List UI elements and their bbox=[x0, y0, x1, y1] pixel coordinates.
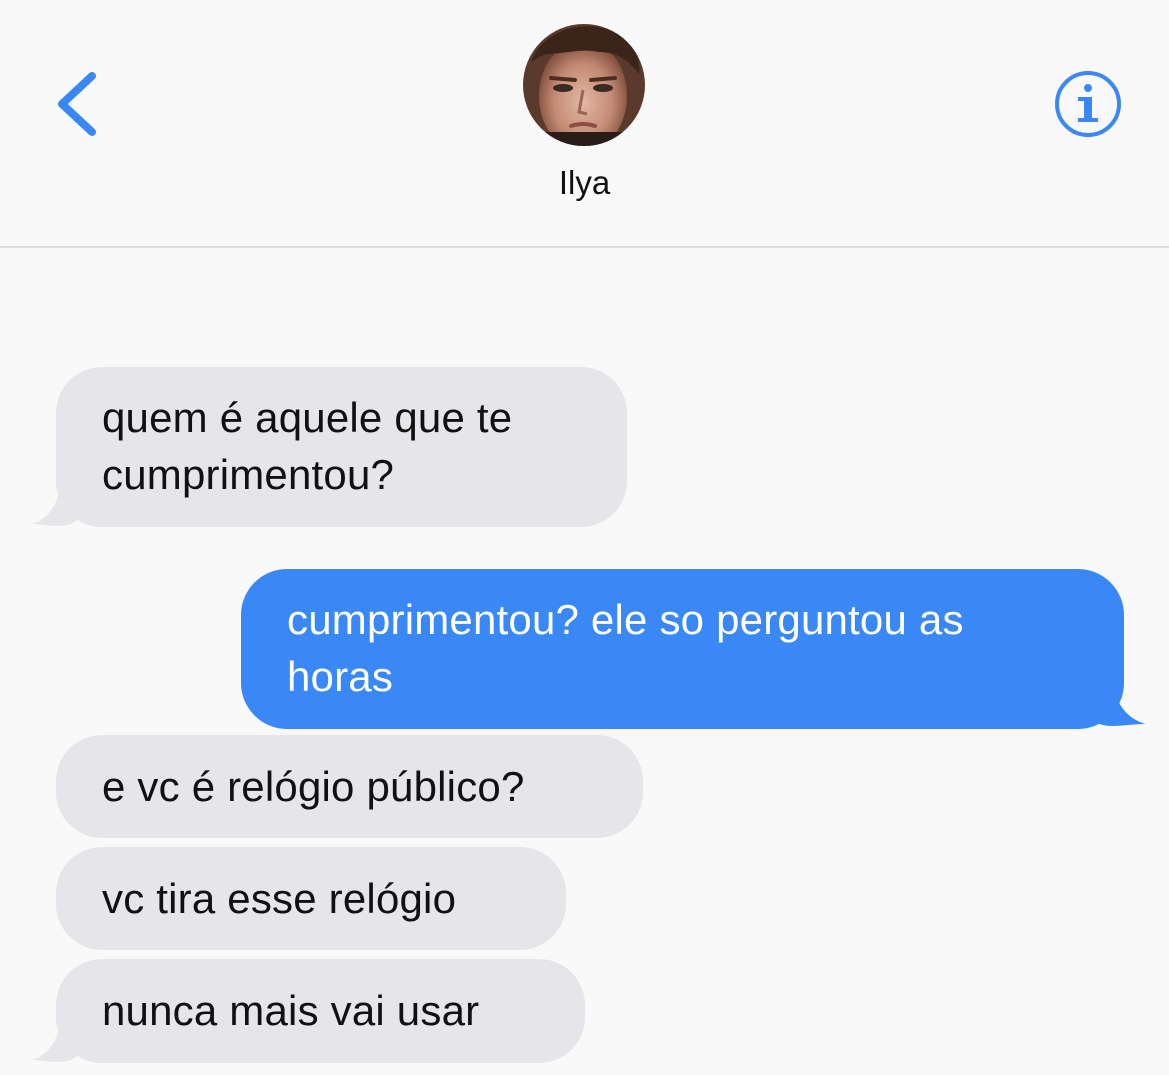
contact-name[interactable]: Ilya bbox=[0, 161, 1169, 205]
avatar[interactable] bbox=[523, 24, 645, 146]
message-text: cumprimentou? ele so perguntou as horas bbox=[287, 596, 964, 700]
message-text: nunca mais vai usar bbox=[102, 987, 480, 1034]
incoming-message[interactable]: e vc é relógio público? bbox=[56, 735, 643, 838]
incoming-message[interactable]: nunca mais vai usar bbox=[56, 959, 585, 1063]
outgoing-message[interactable]: cumprimentou? ele so perguntou as horas bbox=[241, 569, 1124, 729]
conversation-header: Ilya bbox=[0, 0, 1169, 248]
chevron-left-icon bbox=[58, 72, 96, 136]
message-text: vc tira esse relógio bbox=[102, 875, 457, 922]
message-text: e vc é relógio público? bbox=[102, 763, 525, 810]
back-button[interactable] bbox=[48, 64, 108, 144]
info-button[interactable] bbox=[1050, 68, 1126, 144]
incoming-message[interactable]: vc tira esse relógio bbox=[56, 847, 566, 950]
incoming-message[interactable]: quem é aquele que te cumprimentou? bbox=[56, 367, 627, 527]
message-text: quem é aquele que te cumprimentou? bbox=[102, 394, 513, 498]
info-circle-icon bbox=[1055, 71, 1121, 137]
contact-photo bbox=[523, 24, 645, 146]
